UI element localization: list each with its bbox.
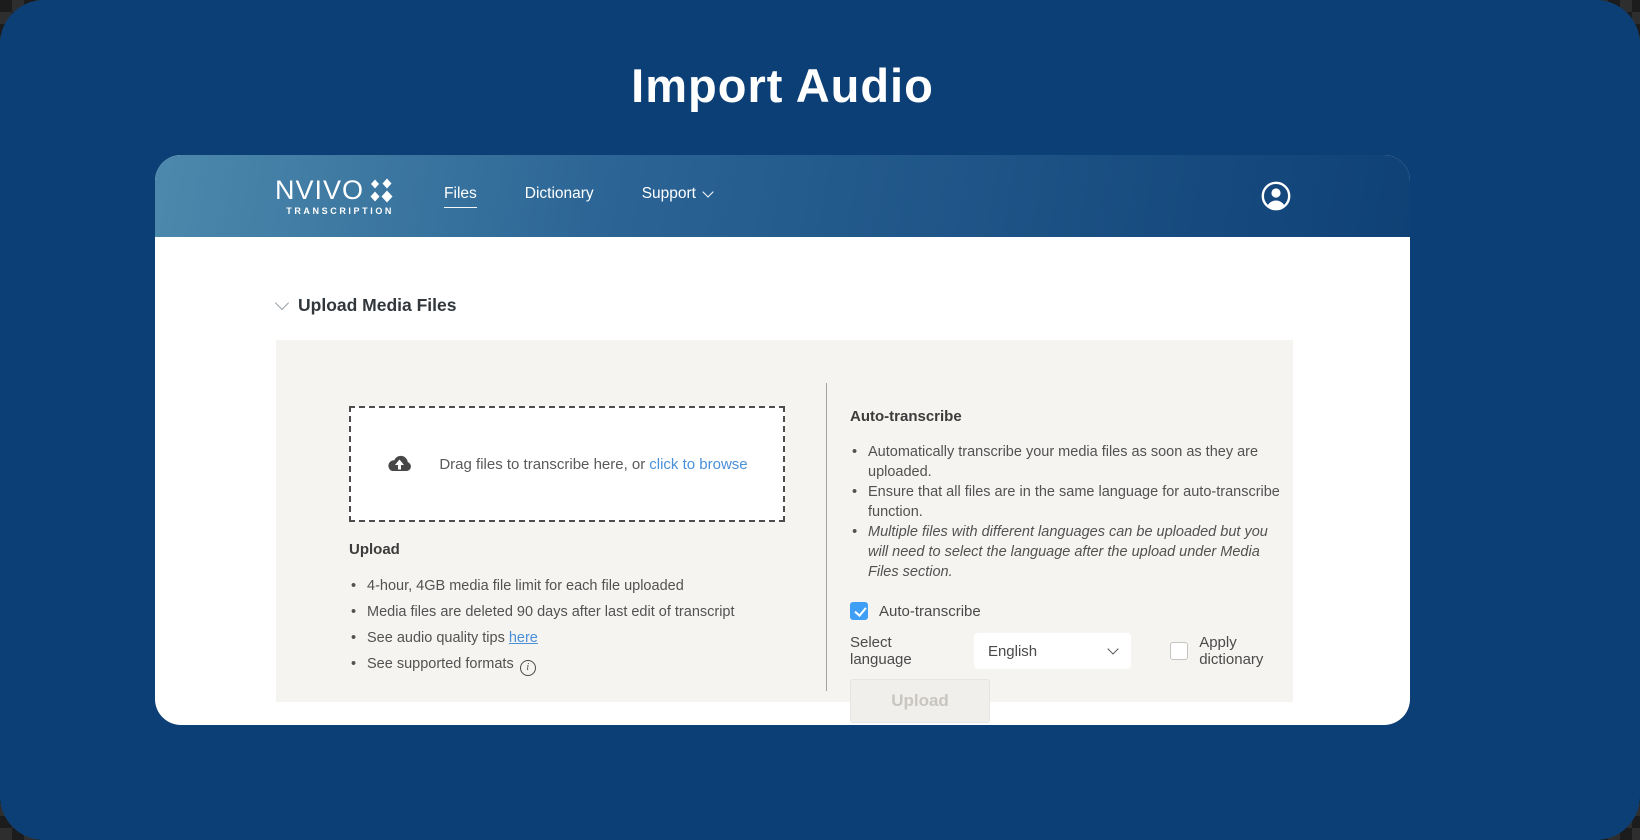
dropzone-text: Drag files to transcribe here, or click t…: [439, 456, 747, 473]
info-icon[interactable]: i: [519, 660, 536, 676]
bullet-text: 4-hour, 4GB media file limit for each fi…: [367, 578, 684, 594]
bullet-text: See supported formats: [367, 656, 514, 672]
brand-logo: NVIVO TRANSCRIPTION: [275, 174, 395, 216]
upload-bullet-list: 4-hour, 4GB media file limit for each fi…: [349, 573, 789, 677]
app-card: NVIVO TRANSCRIPTION Files Dictionary Sup…: [155, 155, 1410, 725]
auto-transcribe-block: Auto-transcribe Automatically transcribe…: [850, 408, 1288, 723]
file-dropzone[interactable]: Drag files to transcribe here, or click t…: [349, 406, 785, 522]
list-item: Ensure that all files are in the same la…: [850, 482, 1288, 522]
bullet-text: Ensure that all files are in the same la…: [868, 484, 1280, 520]
apply-dictionary-label: Apply dictionary: [1199, 634, 1264, 668]
upload-button[interactable]: Upload: [850, 679, 990, 723]
list-item: Multiple files with different languages …: [850, 522, 1288, 582]
chevron-down-icon: [1107, 643, 1119, 655]
list-item: See supported formats i: [349, 651, 789, 677]
nav-links: Files Dictionary Support: [444, 184, 714, 208]
language-row: Select language English Apply dictionary: [850, 633, 1288, 669]
language-select-value: English: [987, 642, 1038, 660]
auto-transcribe-checkbox[interactable]: [850, 602, 868, 620]
chevron-down-icon: [702, 185, 714, 198]
bullet-text: Automatically transcribe your media file…: [868, 444, 1259, 480]
top-navbar: NVIVO TRANSCRIPTION Files Dictionary Sup…: [155, 155, 1410, 237]
list-item: Automatically transcribe your media file…: [850, 442, 1288, 482]
select-language-label: Select language: [850, 634, 912, 668]
upload-panel: Drag files to transcribe here, or click t…: [276, 340, 1293, 723]
nav-item-dictionary-label: Dictionary: [524, 184, 594, 202]
nav-item-files-label: Files: [444, 184, 477, 202]
upload-heading: Upload: [349, 541, 400, 558]
bullet-text: Media files are deleted 90 days after la…: [367, 604, 735, 620]
nav-item-files[interactable]: Files: [444, 185, 477, 208]
bullet-text: See audio quality tips: [367, 630, 505, 646]
bullet-text: Multiple files with different languages …: [868, 524, 1268, 580]
audio-quality-tips-link[interactable]: here: [509, 630, 538, 646]
auto-transcribe-heading: Auto-transcribe: [850, 408, 962, 425]
list-item: Media files are deleted 90 days after la…: [349, 599, 789, 625]
app-background: Import Audio NVIVO TRANSCRIPTION Files D…: [0, 0, 1640, 840]
chevron-down-icon[interactable]: [274, 295, 290, 310]
user-avatar-icon[interactable]: [1260, 180, 1292, 212]
section-header: Upload Media Files: [274, 295, 457, 316]
auto-transcribe-bullet-list: Automatically transcribe your media file…: [850, 442, 1288, 582]
nav-item-support-label: Support: [641, 184, 696, 202]
auto-transcribe-checkbox-row: Auto-transcribe: [850, 602, 1288, 620]
apply-dictionary-group: Apply dictionary: [1170, 634, 1288, 668]
list-item: 4-hour, 4GB media file limit for each fi…: [349, 573, 789, 599]
sparkle-diamonds-icon: [370, 178, 393, 202]
auto-transcribe-checkbox-label: Auto-transcribe: [879, 602, 981, 620]
brand-name: NVIVO: [275, 174, 365, 205]
section-title: Upload Media Files: [298, 295, 457, 315]
list-item: See audio quality tipshere: [349, 625, 789, 651]
page-title: Import Audio: [631, 59, 934, 112]
nav-item-dictionary[interactable]: Dictionary: [525, 185, 594, 208]
upload-info-block: Upload 4-hour, 4GB media file limit for …: [349, 541, 789, 677]
click-to-browse-link[interactable]: click to browse: [649, 456, 747, 473]
nav-item-support[interactable]: Support: [641, 184, 714, 208]
apply-dictionary-checkbox[interactable]: [1170, 642, 1189, 660]
dropzone-text-label: Drag files to transcribe here, or: [439, 455, 646, 473]
cloud-upload-icon: [388, 455, 412, 471]
brand-subtitle: TRANSCRIPTION: [286, 205, 395, 216]
column-divider: [826, 383, 827, 691]
language-select[interactable]: English: [973, 633, 1132, 669]
